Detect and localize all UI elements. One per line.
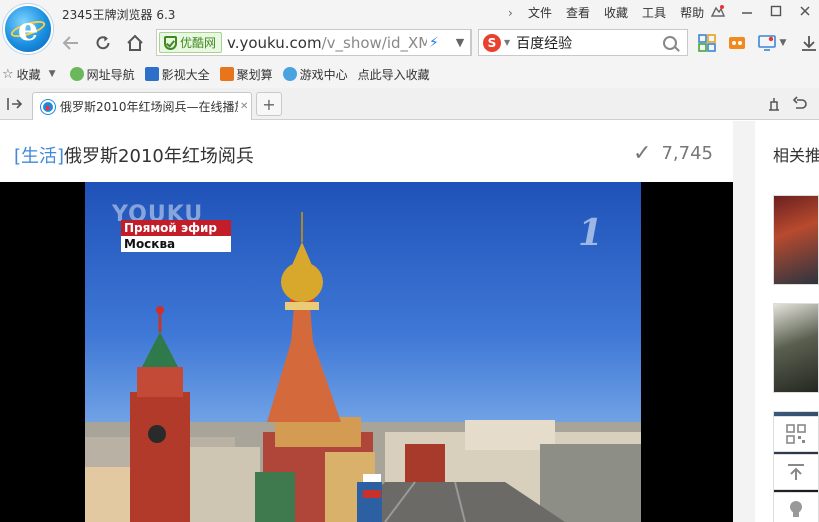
sidebar-divider <box>733 121 755 522</box>
secure-site-label: 优酷网 <box>180 36 217 50</box>
engine-dropdown-icon[interactable]: ▼ <box>504 38 510 47</box>
shield-icon <box>164 35 177 50</box>
search-box[interactable]: S ▼ 百度经验 <box>478 29 688 56</box>
maximize-icon[interactable] <box>761 0 790 22</box>
juhuasuan-icon <box>219 67 234 81</box>
checkmark-icon: ✓ <box>633 141 652 166</box>
video-title: [生活]俄罗斯2010年红场阅兵 <box>14 142 254 168</box>
navigation-bar: 优酷网 v.youku.com/v_show/id_XM ⚡ ▼ S ▼ 百度经… <box>0 26 819 60</box>
menu-help[interactable]: 帮助 <box>680 4 704 21</box>
bookmark-favorites[interactable]: ☆ 收藏 ▼ <box>2 66 56 83</box>
video-frame[interactable]: YOUKU Прямой эфир Москва 1 <box>85 182 641 522</box>
tab-close-icon[interactable]: ✕ <box>240 101 248 112</box>
related-title: 相关推 <box>773 146 819 165</box>
url-host: v.youku.com <box>227 33 322 52</box>
url-text[interactable]: v.youku.com/v_show/id_XM <box>227 34 427 52</box>
bookmark-juhuasuan[interactable]: 聚划算 <box>219 66 273 83</box>
bookmark-site-navigation[interactable]: 网址导航 <box>69 66 135 83</box>
navigation-icon <box>69 67 84 81</box>
bookmark-label: 网址导航 <box>86 67 135 82</box>
menu-favorites[interactable]: 收藏 <box>604 4 628 21</box>
url-path: /v_show/id_XM <box>321 33 428 52</box>
search-input[interactable]: 百度经验 <box>516 33 663 53</box>
qr-code-icon[interactable] <box>773 416 819 452</box>
youku-favicon-icon <box>41 99 55 114</box>
secure-site-badge[interactable]: 优酷网 <box>159 32 223 53</box>
apps-icon[interactable] <box>696 32 718 54</box>
search-engine-icon[interactable]: S <box>483 33 501 52</box>
screen-icon[interactable] <box>756 32 778 54</box>
page-content: [生活]俄罗斯2010年红场阅兵 ✓ 7,745 YOUKU Прямой эф… <box>0 121 819 522</box>
star-icon: ☆ <box>2 66 14 82</box>
bookmark-label: 点此导入收藏 <box>357 67 430 82</box>
download-icon[interactable] <box>798 32 819 54</box>
bookmarks-bar: ☆ 收藏 ▼ 网址导航 影视大全 聚划算 游戏中心 点此导入收藏 <box>0 60 819 88</box>
menu-view[interactable]: 查看 <box>566 4 590 21</box>
skin-icon[interactable] <box>703 0 732 22</box>
view-count: ✓ 7,745 <box>633 141 713 166</box>
window-controls <box>703 0 819 22</box>
minimize-icon[interactable] <box>732 0 761 22</box>
tab-bar: 俄罗斯2010年红场阅兵—在线播放—优酷网 ✕ + <box>0 88 819 120</box>
speed-mode-icon[interactable]: ⚡ <box>429 35 439 51</box>
video-section: [生活]俄罗斯2010年红场阅兵 ✓ 7,745 YOUKU Прямой эф… <box>0 121 733 522</box>
title-bar: e 2345王牌浏览器 6.3 › 文件 查看 收藏 工具 帮助 <box>0 0 819 54</box>
screen-dropdown-icon[interactable]: ▼ <box>776 32 790 54</box>
bookmark-game-center[interactable]: 游戏中心 <box>282 66 348 83</box>
restore-tab-icon[interactable] <box>766 96 786 114</box>
bookmark-movies[interactable]: 影视大全 <box>144 66 210 83</box>
related-thumbnail[interactable] <box>773 303 819 393</box>
close-icon[interactable] <box>790 0 819 22</box>
menu-bar: › 文件 查看 收藏 工具 帮助 <box>508 4 718 21</box>
address-bar[interactable]: 优酷网 v.youku.com/v_show/id_XM ⚡ <box>156 29 472 56</box>
chevron-down-icon: ▼ <box>48 69 56 79</box>
menu-file[interactable]: 文件 <box>528 4 552 21</box>
bookmark-label: 游戏中心 <box>299 67 348 82</box>
address-dropdown-icon[interactable]: ▼ <box>450 29 471 56</box>
game-icon[interactable] <box>726 32 748 54</box>
browser-window: e 2345王牌浏览器 6.3 › 文件 查看 收藏 工具 帮助 优酷网 v.y… <box>0 0 819 522</box>
tab-active[interactable]: 俄罗斯2010年红场阅兵—在线播放—优酷网 ✕ <box>32 92 252 120</box>
game-center-icon <box>282 67 297 81</box>
undo-icon[interactable] <box>792 96 812 114</box>
browser-logo-icon[interactable]: e <box>3 4 53 54</box>
new-tab-button[interactable]: + <box>256 92 282 116</box>
view-count-value: 7,745 <box>661 143 713 164</box>
red-square-scene <box>85 212 641 522</box>
video-player[interactable]: YOUKU Прямой эфир Москва 1 <box>0 182 733 522</box>
search-icon[interactable] <box>663 35 677 50</box>
back-icon[interactable] <box>60 32 82 54</box>
chevron-right-icon[interactable]: › <box>508 6 520 20</box>
bookmark-label: 聚划算 <box>236 67 273 82</box>
video-category-link[interactable]: [生活] <box>14 146 64 167</box>
app-title: 2345王牌浏览器 6.3 <box>62 8 176 22</box>
refresh-icon[interactable] <box>92 32 114 54</box>
menu-tools[interactable]: 工具 <box>642 4 666 21</box>
bookmark-label: 影视大全 <box>161 67 210 82</box>
lightbulb-icon[interactable] <box>773 492 819 522</box>
tab-title: 俄罗斯2010年红场阅兵—在线播放—优酷网 <box>60 100 238 114</box>
sidebar-toggle-icon[interactable] <box>6 96 26 114</box>
film-icon <box>144 67 159 81</box>
favorites-label: 收藏 <box>16 67 41 82</box>
bookmark-import[interactable]: 点此导入收藏 <box>358 66 430 83</box>
back-to-top-icon[interactable] <box>773 454 819 490</box>
related-thumbnail[interactable] <box>773 195 819 285</box>
home-icon[interactable] <box>124 32 146 54</box>
video-title-text: 俄罗斯2010年红场阅兵 <box>64 146 254 167</box>
